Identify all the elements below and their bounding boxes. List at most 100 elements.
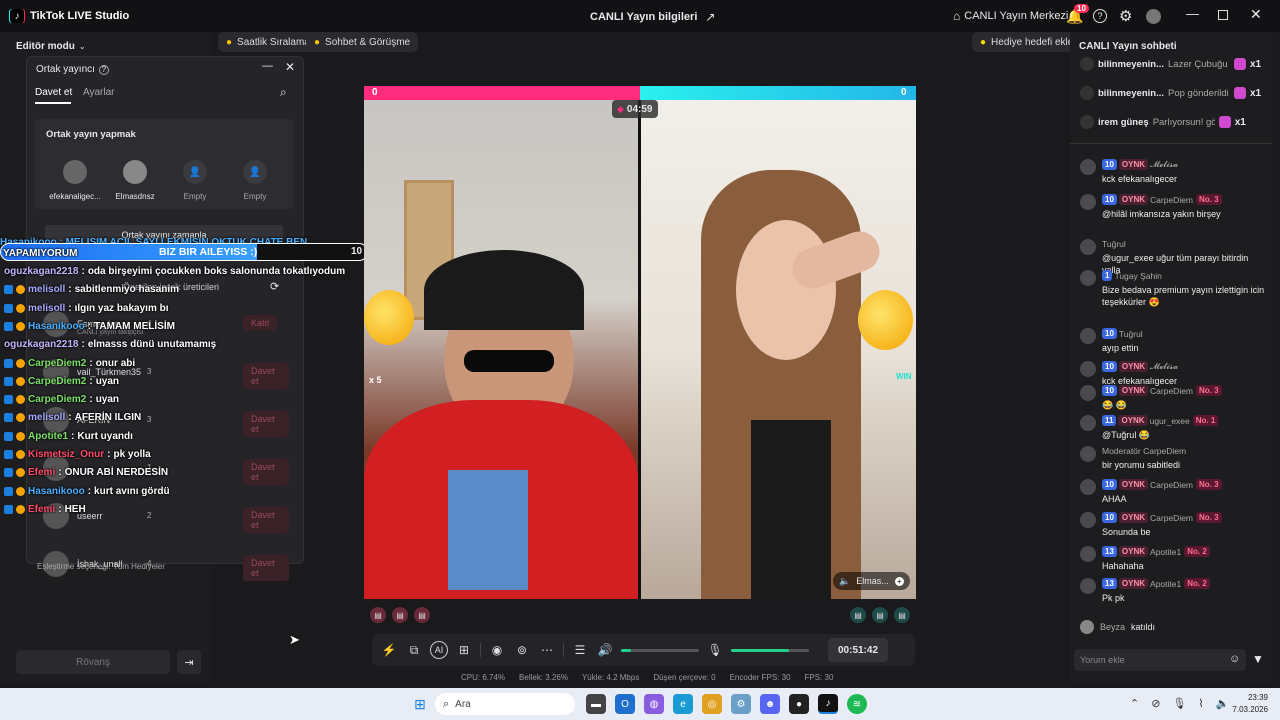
tab-settings[interactable]: Ayarlar: [83, 87, 115, 98]
obs-icon[interactable]: ●: [789, 694, 809, 714]
overlay-chat-line: melisoll: sabitlenmiyo hasanim: [4, 281, 179, 298]
separator: :: [87, 485, 92, 497]
minimize-icon[interactable]: —: [1186, 6, 1199, 21]
chat-message-body: Moderatör CarpeDiem bir yorumu sabitledi: [1102, 446, 1189, 471]
cohost-slot[interactable]: efekanaligec...: [45, 160, 105, 201]
chat-message-body: 10 OYNK CarpeDiem No. 3 Sonunda be: [1102, 512, 1224, 538]
seat-icon[interactable]: ▤: [894, 607, 910, 623]
camera-effect-icon[interactable]: ⊚: [513, 641, 531, 659]
win-label: WIN: [896, 372, 912, 381]
mic-tray-icon[interactable]: 🎙: [1172, 697, 1186, 710]
seat-icon[interactable]: ▤: [370, 607, 386, 623]
rematch-button[interactable]: Rövanş: [16, 650, 170, 674]
left-score-bar: [364, 86, 640, 100]
chat-username: Tuğrul: [1118, 328, 1143, 339]
profile-avatar[interactable]: [1146, 9, 1161, 24]
cohost-section: Ortak yayın yapmak efekanaligec... Elmas…: [35, 119, 293, 209]
overlay-message: TAMAM MELİSİM: [94, 320, 175, 332]
separator: :: [68, 302, 72, 314]
tab-invite[interactable]: Davet et: [35, 87, 72, 98]
close-icon[interactable]: ✕: [1250, 6, 1262, 23]
gift-user: bilinmeyenin...: [1098, 87, 1164, 99]
fan-badge: OYNK: [1118, 512, 1149, 523]
emoji-icon[interactable]: ☺: [1229, 653, 1240, 665]
file-explorer-icon[interactable]: ▬: [586, 694, 606, 714]
copilot-icon[interactable]: ◍: [644, 694, 664, 714]
windows-start-icon[interactable]: ⊞: [410, 694, 430, 714]
seat-icon[interactable]: ▤: [850, 607, 866, 623]
info-icon[interactable]: ?: [98, 64, 109, 75]
close-panel-icon[interactable]: ✕: [285, 60, 295, 74]
avatar: [1080, 546, 1096, 562]
avatar: [1080, 239, 1096, 255]
cohost-slot[interactable]: Elmasdnsz: [105, 160, 165, 201]
avatar: [123, 160, 147, 184]
overlay-chat-line: CarpeDiem2: onur abi: [4, 355, 135, 372]
chat-meet-button[interactable]: ● Sohbet & Görüşme: [306, 32, 419, 52]
overlay-username: Hasanikooo: [28, 485, 85, 497]
slot-label: Empty: [183, 192, 207, 201]
overlay-chat-line: melisoll: ılgın yaz bakayım bı: [4, 300, 169, 317]
controls-bar: ⚡ ⧉ AI ⊞ ◉ ⊚ ⋯ ☰ 🔊 🎙 00:51:42: [372, 634, 915, 666]
system-tray: ⌃ ⊘ 🎙 ⌇ 🔈: [1130, 697, 1229, 710]
overlay-icon[interactable]: ⊞: [455, 641, 473, 659]
notification-button[interactable]: 🔔 10: [1066, 4, 1089, 25]
slot-label: Empty: [243, 192, 267, 201]
spotify-icon[interactable]: ≋: [847, 694, 867, 714]
chat-message: 10 OYNK CarpeDiem No. 3 Sonunda be: [1080, 512, 1266, 538]
minimize-panel-icon[interactable]: —: [262, 60, 273, 72]
chat-message-body: 10 OYNK CarpeDiem No. 3 😂 😂: [1102, 385, 1224, 411]
live-info-button[interactable]: CANLI Yayın bilgileri ↗: [590, 10, 715, 24]
settings-app-icon[interactable]: ⚙: [731, 694, 751, 714]
volume-icon[interactable]: 🔊: [596, 641, 614, 659]
chevron-up-icon[interactable]: ⌃: [1130, 697, 1139, 710]
exit-battle-button[interactable]: ⇥: [177, 650, 201, 674]
hourly-ranking-button[interactable]: ● Saatlik Sıralama: [218, 32, 318, 52]
discord-icon[interactable]: ☻: [760, 694, 780, 714]
clock[interactable]: 23:39 7.03.2026: [1222, 693, 1268, 714]
filter-icon[interactable]: ▼: [1252, 652, 1264, 666]
chat-input[interactable]: Yorum ekle ☺: [1074, 649, 1246, 671]
multiplier-label: x 5: [369, 375, 382, 385]
chat-message-header: 13 OYNK Apotite1 No. 2: [1102, 578, 1212, 589]
gift-goal-button[interactable]: ● Hediye hedefi ekle: [972, 32, 1082, 52]
seat-icon[interactable]: ▤: [414, 607, 430, 623]
editor-mode-dropdown[interactable]: Editör modu ⌄: [16, 41, 86, 52]
sliders-icon[interactable]: ☰: [571, 641, 589, 659]
volume-slider[interactable]: [621, 648, 699, 652]
more-icon[interactable]: ⋯: [538, 641, 556, 659]
settings-gear-icon[interactable]: ⚙: [1119, 7, 1132, 25]
ai-icon[interactable]: AI: [430, 641, 448, 659]
cohost-slot[interactable]: 👤 Empty: [225, 160, 285, 201]
edge-icon[interactable]: e: [673, 694, 693, 714]
cpu-stat: CPU: 6.74%: [461, 673, 506, 682]
seat-icon[interactable]: ▤: [872, 607, 888, 623]
network-icon[interactable]: ⊘: [1151, 697, 1160, 710]
help-icon[interactable]: ?: [1093, 9, 1107, 23]
wifi-icon[interactable]: ⌇: [1198, 697, 1203, 710]
cohost-slot[interactable]: 👤 Empty: [165, 160, 225, 201]
overlay-chat-line: CarpeDiem2: uyan: [4, 373, 119, 390]
record-icon[interactable]: ◉: [488, 641, 506, 659]
screen-share-icon[interactable]: ⧉: [405, 641, 423, 659]
invite-button[interactable]: Davet et: [243, 555, 289, 581]
level-badge: 10: [1102, 194, 1117, 205]
chat-message-header: Tuğrul: [1102, 239, 1266, 249]
live-center-button[interactable]: ⌂ CANLI Yayın Merkezi: [953, 9, 1068, 23]
microphone-icon[interactable]: 🎙: [706, 641, 724, 659]
taskbar-search[interactable]: ⌕ Ara: [435, 693, 575, 715]
chrome-icon[interactable]: ◎: [702, 694, 722, 714]
empty-user-icon: 👤: [183, 160, 207, 184]
seat-icon[interactable]: ▤: [392, 607, 408, 623]
search-icon[interactable]: ⌕: [280, 85, 287, 100]
right-host-tag[interactable]: 🔈 Elmas... +: [833, 572, 910, 590]
mic-slider[interactable]: [731, 648, 809, 652]
maximize-icon[interactable]: [1218, 10, 1228, 20]
overlay-username: melisoll: [28, 412, 66, 424]
app-title: TikTok LIVE Studio: [30, 10, 130, 22]
tiktok-icon[interactable]: ♪: [818, 694, 838, 714]
magic-wand-icon[interactable]: ⚡: [380, 641, 398, 659]
outlook-icon[interactable]: O: [615, 694, 635, 714]
level-icon: [4, 450, 13, 459]
gift-message: Lazer Çubuğu g: [1168, 58, 1230, 70]
